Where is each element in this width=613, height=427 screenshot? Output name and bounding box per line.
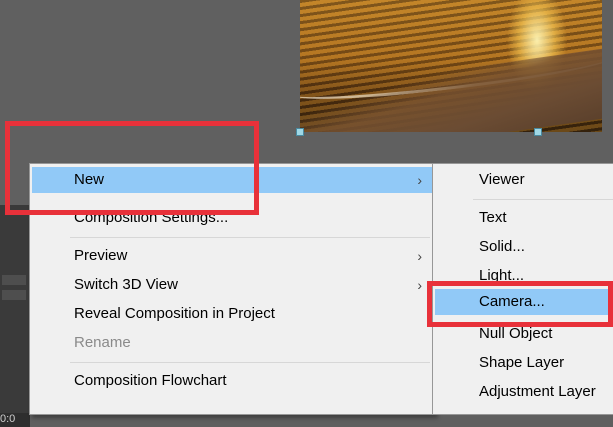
annotation-box-camera xyxy=(427,281,613,327)
submenu-item-shape-layer[interactable]: Shape Layer xyxy=(435,350,613,376)
submenu-item-adjustment-layer[interactable]: Adjustment Layer xyxy=(435,379,613,405)
menu-separator xyxy=(70,237,430,238)
menu-item-label: Composition Flowchart xyxy=(74,372,227,389)
layer-row[interactable] xyxy=(2,290,26,300)
submenu-item-text[interactable]: Text xyxy=(435,205,613,231)
submenu-separator xyxy=(473,199,613,200)
layer-handle-bottom-left[interactable] xyxy=(296,128,304,136)
chevron-right-icon: › xyxy=(417,172,422,188)
menu-item-label: Switch 3D View xyxy=(74,276,178,293)
submenu-item-label: Text xyxy=(479,209,507,226)
menu-item-switch-3d-view[interactable]: Switch 3D View › xyxy=(32,272,432,298)
timecode-display[interactable]: 0:0 xyxy=(0,413,30,427)
menu-item-label: Rename xyxy=(74,334,131,351)
submenu-item-label: Adjustment Layer xyxy=(479,383,596,400)
menu-item-label: Preview xyxy=(74,247,128,264)
menu-item-rename: Rename xyxy=(32,330,432,356)
chevron-right-icon: › xyxy=(417,277,422,293)
submenu-item-label: Shape Layer xyxy=(479,354,565,371)
submenu-item-label: Solid... xyxy=(479,238,525,255)
submenu-item-solid[interactable]: Solid... xyxy=(435,234,613,260)
menu-item-preview[interactable]: Preview › xyxy=(32,243,432,269)
composition-preview-image[interactable] xyxy=(300,0,602,132)
timeline-panel: 0:0 xyxy=(0,205,30,427)
submenu-item-label: Viewer xyxy=(479,171,525,188)
layer-row[interactable] xyxy=(2,275,26,285)
chevron-right-icon: › xyxy=(417,248,422,264)
menu-separator xyxy=(70,362,430,363)
layer-handle-bottom-center[interactable] xyxy=(534,128,542,136)
submenu-item-viewer[interactable]: Viewer xyxy=(435,167,613,193)
annotation-box-new xyxy=(5,121,259,215)
menu-item-reveal-composition[interactable]: Reveal Composition in Project xyxy=(32,301,432,327)
menu-item-label: Reveal Composition in Project xyxy=(74,305,275,322)
menu-item-composition-flowchart[interactable]: Composition Flowchart xyxy=(32,368,432,394)
